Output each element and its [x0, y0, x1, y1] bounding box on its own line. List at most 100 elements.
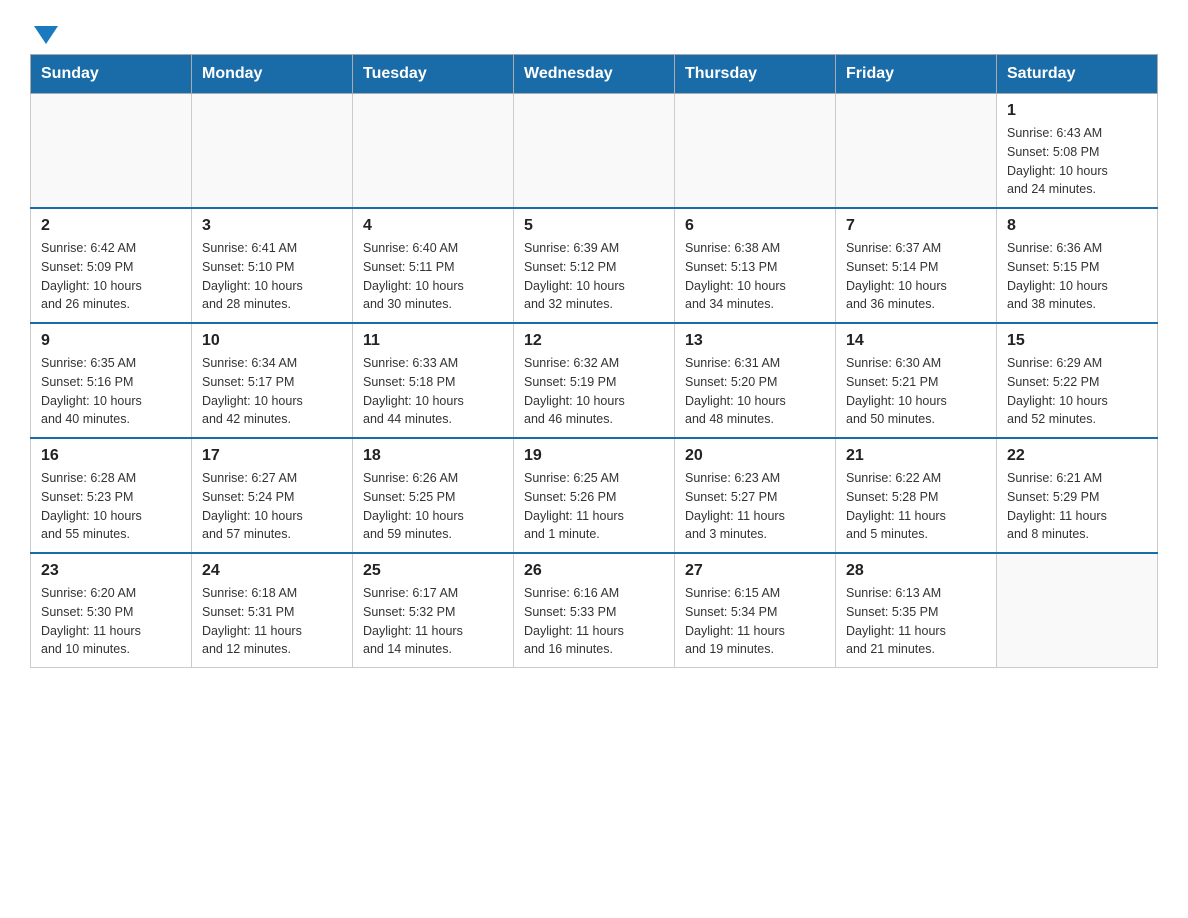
- day-number: 5: [524, 217, 664, 235]
- day-info: Sunrise: 6:32 AM Sunset: 5:19 PM Dayligh…: [524, 354, 664, 429]
- calendar-week-row: 9 Sunrise: 6:35 AM Sunset: 5:16 PM Daylig…: [31, 323, 1158, 438]
- day-info: Sunrise: 6:23 AM Sunset: 5:27 PM Dayligh…: [685, 469, 825, 544]
- day-info: Sunrise: 6:42 AM Sunset: 5:09 PM Dayligh…: [41, 239, 181, 314]
- calendar-day-cell: 28 Sunrise: 6:13 AM Sunset: 5:35 PM Dayli…: [836, 553, 997, 668]
- calendar-day-cell: 6 Sunrise: 6:38 AM Sunset: 5:13 PM Daylig…: [675, 208, 836, 323]
- day-info: Sunrise: 6:13 AM Sunset: 5:35 PM Dayligh…: [846, 584, 986, 659]
- day-info: Sunrise: 6:29 AM Sunset: 5:22 PM Dayligh…: [1007, 354, 1147, 429]
- weekday-header-thursday: Thursday: [675, 55, 836, 94]
- calendar-day-cell: 18 Sunrise: 6:26 AM Sunset: 5:25 PM Dayli…: [353, 438, 514, 553]
- day-number: 19: [524, 447, 664, 465]
- calendar-day-cell: 16 Sunrise: 6:28 AM Sunset: 5:23 PM Dayli…: [31, 438, 192, 553]
- calendar-day-cell: 1 Sunrise: 6:43 AM Sunset: 5:08 PM Daylig…: [997, 94, 1158, 209]
- day-number: 12: [524, 332, 664, 350]
- calendar-day-cell: [836, 94, 997, 209]
- day-info: Sunrise: 6:20 AM Sunset: 5:30 PM Dayligh…: [41, 584, 181, 659]
- day-info: Sunrise: 6:15 AM Sunset: 5:34 PM Dayligh…: [685, 584, 825, 659]
- calendar-day-cell: 19 Sunrise: 6:25 AM Sunset: 5:26 PM Dayli…: [514, 438, 675, 553]
- day-number: 22: [1007, 447, 1147, 465]
- calendar-day-cell: 8 Sunrise: 6:36 AM Sunset: 5:15 PM Daylig…: [997, 208, 1158, 323]
- calendar-day-cell: 13 Sunrise: 6:31 AM Sunset: 5:20 PM Dayli…: [675, 323, 836, 438]
- calendar-table: SundayMondayTuesdayWednesdayThursdayFrid…: [30, 54, 1158, 668]
- logo-triangle-icon: [34, 26, 58, 44]
- day-number: 1: [1007, 102, 1147, 120]
- calendar-day-cell: [675, 94, 836, 209]
- day-number: 17: [202, 447, 342, 465]
- weekday-header-monday: Monday: [192, 55, 353, 94]
- day-number: 7: [846, 217, 986, 235]
- calendar-day-cell: 21 Sunrise: 6:22 AM Sunset: 5:28 PM Dayli…: [836, 438, 997, 553]
- calendar-day-cell: 15Sunrise: 6:29 AM Sunset: 5:22 PM Dayli…: [997, 323, 1158, 438]
- calendar-day-cell: 27 Sunrise: 6:15 AM Sunset: 5:34 PM Dayli…: [675, 553, 836, 668]
- day-number: 2: [41, 217, 181, 235]
- calendar-day-cell: 5 Sunrise: 6:39 AM Sunset: 5:12 PM Daylig…: [514, 208, 675, 323]
- calendar-day-cell: 17 Sunrise: 6:27 AM Sunset: 5:24 PM Dayli…: [192, 438, 353, 553]
- day-info: Sunrise: 6:41 AM Sunset: 5:10 PM Dayligh…: [202, 239, 342, 314]
- day-number: 21: [846, 447, 986, 465]
- day-number: 14: [846, 332, 986, 350]
- day-info: Sunrise: 6:43 AM Sunset: 5:08 PM Dayligh…: [1007, 124, 1147, 199]
- day-info: Sunrise: 6:22 AM Sunset: 5:28 PM Dayligh…: [846, 469, 986, 544]
- calendar-day-cell: 4Sunrise: 6:40 AM Sunset: 5:11 PM Daylig…: [353, 208, 514, 323]
- calendar-day-cell: 24Sunrise: 6:18 AM Sunset: 5:31 PM Dayli…: [192, 553, 353, 668]
- weekday-header-sunday: Sunday: [31, 55, 192, 94]
- calendar-week-row: 23 Sunrise: 6:20 AM Sunset: 5:30 PM Dayli…: [31, 553, 1158, 668]
- day-number: 27: [685, 562, 825, 580]
- calendar-day-cell: [997, 553, 1158, 668]
- day-info: Sunrise: 6:33 AM Sunset: 5:18 PM Dayligh…: [363, 354, 503, 429]
- day-info: Sunrise: 6:36 AM Sunset: 5:15 PM Dayligh…: [1007, 239, 1147, 314]
- day-info: Sunrise: 6:28 AM Sunset: 5:23 PM Dayligh…: [41, 469, 181, 544]
- calendar-day-cell: 20 Sunrise: 6:23 AM Sunset: 5:27 PM Dayli…: [675, 438, 836, 553]
- calendar-week-row: 16 Sunrise: 6:28 AM Sunset: 5:23 PM Dayli…: [31, 438, 1158, 553]
- day-info: Sunrise: 6:31 AM Sunset: 5:20 PM Dayligh…: [685, 354, 825, 429]
- day-info: Sunrise: 6:38 AM Sunset: 5:13 PM Dayligh…: [685, 239, 825, 314]
- weekday-header-saturday: Saturday: [997, 55, 1158, 94]
- day-number: 28: [846, 562, 986, 580]
- day-number: 23: [41, 562, 181, 580]
- calendar-day-cell: [192, 94, 353, 209]
- calendar-day-cell: [353, 94, 514, 209]
- calendar-day-cell: 22 Sunrise: 6:21 AM Sunset: 5:29 PM Dayli…: [997, 438, 1158, 553]
- day-info: Sunrise: 6:17 AM Sunset: 5:32 PM Dayligh…: [363, 584, 503, 659]
- day-number: 13: [685, 332, 825, 350]
- day-info: Sunrise: 6:34 AM Sunset: 5:17 PM Dayligh…: [202, 354, 342, 429]
- calendar-day-cell: 3Sunrise: 6:41 AM Sunset: 5:10 PM Daylig…: [192, 208, 353, 323]
- day-number: 4: [363, 217, 503, 235]
- day-info: Sunrise: 6:39 AM Sunset: 5:12 PM Dayligh…: [524, 239, 664, 314]
- day-number: 25: [363, 562, 503, 580]
- calendar-header-row: SundayMondayTuesdayWednesdayThursdayFrid…: [31, 55, 1158, 94]
- calendar-day-cell: [514, 94, 675, 209]
- page-header: [30, 20, 1158, 44]
- day-info: Sunrise: 6:16 AM Sunset: 5:33 PM Dayligh…: [524, 584, 664, 659]
- day-number: 26: [524, 562, 664, 580]
- day-info: Sunrise: 6:30 AM Sunset: 5:21 PM Dayligh…: [846, 354, 986, 429]
- calendar-day-cell: 11 Sunrise: 6:33 AM Sunset: 5:18 PM Dayli…: [353, 323, 514, 438]
- day-number: 9: [41, 332, 181, 350]
- day-number: 24: [202, 562, 342, 580]
- day-number: 10: [202, 332, 342, 350]
- day-number: 16: [41, 447, 181, 465]
- day-number: 18: [363, 447, 503, 465]
- weekday-header-tuesday: Tuesday: [353, 55, 514, 94]
- calendar-day-cell: 9 Sunrise: 6:35 AM Sunset: 5:16 PM Daylig…: [31, 323, 192, 438]
- logo: [30, 20, 58, 44]
- calendar-day-cell: 10 Sunrise: 6:34 AM Sunset: 5:17 PM Dayli…: [192, 323, 353, 438]
- day-number: 20: [685, 447, 825, 465]
- calendar-week-row: 1 Sunrise: 6:43 AM Sunset: 5:08 PM Daylig…: [31, 94, 1158, 209]
- calendar-day-cell: 25 Sunrise: 6:17 AM Sunset: 5:32 PM Dayli…: [353, 553, 514, 668]
- day-info: Sunrise: 6:35 AM Sunset: 5:16 PM Dayligh…: [41, 354, 181, 429]
- day-info: Sunrise: 6:25 AM Sunset: 5:26 PM Dayligh…: [524, 469, 664, 544]
- calendar-day-cell: 2 Sunrise: 6:42 AM Sunset: 5:09 PM Daylig…: [31, 208, 192, 323]
- weekday-header-friday: Friday: [836, 55, 997, 94]
- day-number: 8: [1007, 217, 1147, 235]
- day-info: Sunrise: 6:21 AM Sunset: 5:29 PM Dayligh…: [1007, 469, 1147, 544]
- weekday-header-wednesday: Wednesday: [514, 55, 675, 94]
- calendar-day-cell: 12 Sunrise: 6:32 AM Sunset: 5:19 PM Dayli…: [514, 323, 675, 438]
- day-info: Sunrise: 6:27 AM Sunset: 5:24 PM Dayligh…: [202, 469, 342, 544]
- calendar-day-cell: 14 Sunrise: 6:30 AM Sunset: 5:21 PM Dayli…: [836, 323, 997, 438]
- day-number: 11: [363, 332, 503, 350]
- day-info: Sunrise: 6:37 AM Sunset: 5:14 PM Dayligh…: [846, 239, 986, 314]
- day-number: 6: [685, 217, 825, 235]
- day-info: Sunrise: 6:26 AM Sunset: 5:25 PM Dayligh…: [363, 469, 503, 544]
- calendar-day-cell: [31, 94, 192, 209]
